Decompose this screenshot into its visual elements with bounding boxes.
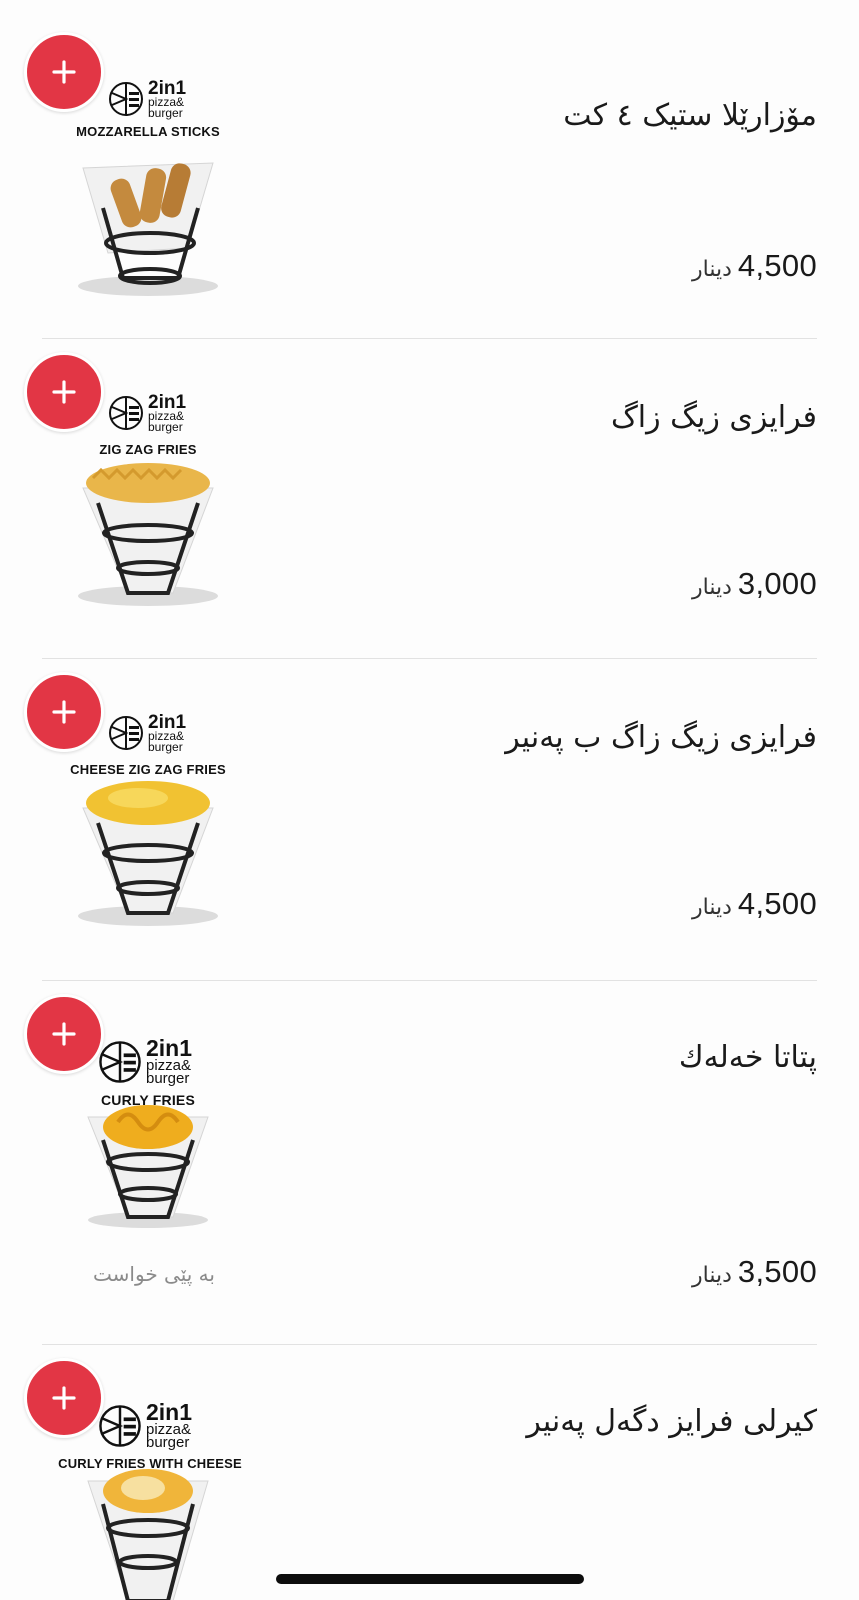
- image-caption: Cheese Zig Zag Fries: [70, 762, 226, 777]
- add-button[interactable]: [24, 672, 104, 752]
- product-image: [48, 768, 248, 988]
- plus-icon: [52, 1022, 76, 1046]
- add-button[interactable]: [24, 994, 104, 1074]
- currency-label: دینار: [692, 575, 732, 600]
- price-value: 4,500: [737, 886, 817, 921]
- menu-item[interactable]: 2in1 pizza& burger Curly Fries پتاتا خەل…: [0, 980, 859, 1344]
- item-price: دینار 3,000: [692, 566, 817, 602]
- item-name: فرایزی زیگ زاگ ب پەنیر: [505, 720, 817, 755]
- item-name: کیرلی فرایز دگەل پەنیر: [526, 1404, 817, 1439]
- home-indicator[interactable]: [276, 1574, 584, 1584]
- brand-subtitle: burger: [146, 1434, 190, 1452]
- brand-subtitle: burger: [148, 105, 183, 120]
- brand-subtitle: burger: [146, 1070, 190, 1088]
- plus-icon: [52, 1386, 76, 1410]
- image-caption: Curly Fries: [101, 1092, 195, 1108]
- image-caption: Mozzarella Sticks: [76, 124, 220, 139]
- menu-item[interactable]: 2in1 pizza& burger Cheese Zig Zag Fries …: [0, 658, 859, 978]
- plus-icon: [52, 380, 76, 404]
- currency-label: دینار: [692, 257, 732, 282]
- brand-logo: 2in1 pizza& burger: [98, 1037, 192, 1086]
- item-name: فرایزی زیگ زاگ: [610, 400, 817, 435]
- brand-subtitle: burger: [148, 419, 183, 434]
- plus-icon: [52, 700, 76, 724]
- plus-icon: [52, 60, 76, 84]
- product-image: [48, 448, 248, 668]
- item-price: دینار 3,500: [692, 1254, 817, 1290]
- menu-item[interactable]: 2in1 pizza& burger Zig Zag Fries فرایزی …: [0, 338, 859, 658]
- price-value: 3,500: [737, 1254, 817, 1289]
- image-caption: Zig Zag Fries: [99, 442, 197, 457]
- item-name: پتاتا خەلەك: [678, 1040, 817, 1075]
- menu-item[interactable]: 2in1 pizza& burger Curly Fries with Chee…: [0, 1344, 859, 1600]
- price-value: 4,500: [737, 248, 817, 283]
- price-value: 3,000: [737, 566, 817, 601]
- item-price: دینار 4,500: [692, 248, 817, 284]
- image-caption: Curly Fries with Cheese: [58, 1456, 242, 1471]
- brand-logo: 2in1 pizza& burger: [98, 1401, 192, 1450]
- product-image: [48, 138, 248, 358]
- item-price: دینار 4,500: [692, 886, 817, 922]
- brand-logo: 2in1 pizza& burger: [108, 79, 188, 120]
- add-button[interactable]: [24, 352, 104, 432]
- brand-subtitle: burger: [148, 739, 183, 754]
- currency-label: دینار: [692, 895, 732, 920]
- add-button[interactable]: [24, 32, 104, 112]
- brand-logo: 2in1 pizza& burger: [108, 393, 188, 434]
- brand-logo-icon: [108, 81, 144, 117]
- currency-label: دینار: [692, 1263, 732, 1288]
- brand-logo-icon: [98, 1040, 142, 1084]
- brand-logo-icon: [108, 395, 144, 431]
- item-name: مۆزارێلا ستیک ٤ کت: [563, 98, 817, 133]
- menu-screen: 2in1 pizza& burger Mozzarella Sticks مۆز…: [0, 0, 859, 1600]
- product-image: [48, 1456, 248, 1600]
- brand-logo: 2in1 pizza& burger: [108, 713, 188, 754]
- menu-item[interactable]: 2in1 pizza& burger Mozzarella Sticks مۆز…: [0, 18, 859, 338]
- add-button[interactable]: [24, 1358, 104, 1438]
- brand-logo-icon: [98, 1404, 142, 1448]
- brand-logo-icon: [108, 715, 144, 751]
- item-note: بە پێی خواست: [93, 1262, 215, 1286]
